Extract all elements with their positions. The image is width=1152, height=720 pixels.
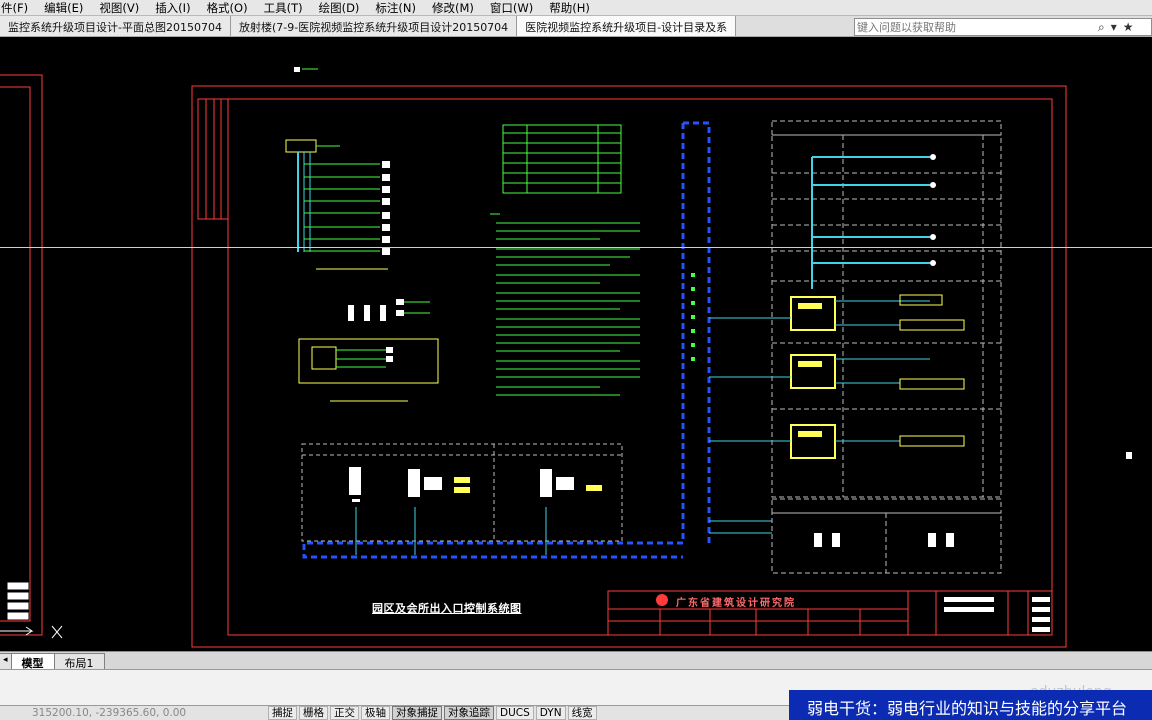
marker-top	[294, 67, 300, 72]
dropdown-icon[interactable]: ▾	[1108, 20, 1120, 34]
toggle-snap[interactable]: 捕捉	[268, 706, 297, 720]
toggle-grid[interactable]: 栅格	[299, 706, 328, 720]
access-controller-box	[298, 338, 439, 402]
right-edge-marker	[1126, 452, 1132, 459]
doc-tab-catalog[interactable]: 医院视频监控系统升级项目-设计目录及系	[517, 16, 737, 36]
institute-logo-icon	[656, 594, 668, 606]
layout-tab-bar: ◂ 模型 布局1	[0, 651, 1152, 670]
controller-group-1	[790, 294, 965, 331]
toggle-lineweight[interactable]: 线宽	[567, 706, 597, 720]
drawing-title: 园区及会所出入口控制系统图	[372, 602, 522, 615]
toggle-otrack[interactable]: 对象追踪	[444, 706, 494, 720]
promo-banner: 弱电干货：弱电行业的知识与技能的分享平台	[789, 690, 1152, 720]
doc-tab-radiology[interactable]: 放射楼(7-9-医院视频监控系统升级项目设计20150704	[230, 16, 518, 36]
right-dashed-grid	[771, 120, 1002, 574]
help-search-box: ⌕ ▾ ★	[854, 18, 1152, 36]
toggle-ducs[interactable]: DUCS	[496, 706, 534, 720]
tab-layout1[interactable]: 布局1	[53, 653, 105, 670]
menu-draw[interactable]: 绘图(D)	[312, 0, 369, 16]
sheet-frame	[191, 85, 1067, 648]
menu-view[interactable]: 视图(V)	[92, 0, 148, 16]
institute-name: 广东省建筑设计研究院	[676, 598, 796, 609]
star-icon[interactable]: ★	[1120, 20, 1137, 34]
gate-devices	[814, 533, 954, 547]
controller-group-2	[790, 354, 965, 390]
adjacent-sheet	[0, 74, 43, 636]
menu-file[interactable]: 件(F)	[0, 0, 37, 16]
toggle-dyn[interactable]: DYN	[535, 706, 566, 720]
toggle-polar[interactable]: 极轴	[361, 706, 390, 720]
cursor-crosshair	[0, 247, 1152, 248]
ucs-icon	[0, 625, 63, 639]
feeder-lines	[709, 317, 791, 534]
workstation-labels	[454, 477, 602, 493]
coordinate-readout: 315200.10, -239365.60, 0.00	[32, 707, 187, 719]
legend-table	[502, 124, 622, 194]
right-cable-trunk	[811, 156, 930, 289]
drawing-canvas[interactable]: 园区及会所出入口控制系统图 广东省建筑设计研究院	[0, 37, 1152, 651]
bus-labels	[691, 273, 695, 361]
design-notes	[490, 213, 640, 396]
toggle-ortho[interactable]: 正交	[330, 706, 359, 720]
menu-dimension[interactable]: 标注(N)	[368, 0, 425, 16]
title-block-fills	[944, 597, 1050, 632]
help-search-input[interactable]	[857, 20, 1095, 34]
menu-edit[interactable]: 编辑(E)	[37, 0, 92, 16]
doc-tab-site-plan[interactable]: 监控系统升级项目设计-平面总图20150704	[0, 16, 231, 36]
menu-insert[interactable]: 插入(I)	[148, 0, 199, 16]
tab-model[interactable]: 模型	[10, 653, 55, 670]
adjacent-sheet-titleblock	[7, 582, 29, 620]
toggle-osnap[interactable]: 对象捕捉	[392, 706, 442, 720]
entrance-controller-diagram	[285, 139, 390, 270]
search-icon[interactable]: ⌕	[1095, 20, 1108, 35]
menu-bar: 件(F) 编辑(E) 视图(V) 插入(I) 格式(O) 工具(T) 绘图(D)…	[0, 0, 1152, 16]
turnstile-diagram	[348, 299, 430, 321]
workstation-icons	[349, 467, 574, 502]
menu-modify[interactable]: 修改(M)	[425, 0, 483, 16]
right-endpoints	[930, 154, 936, 266]
network-bus	[302, 121, 711, 559]
menu-window[interactable]: 窗口(W)	[483, 0, 542, 16]
menu-format[interactable]: 格式(O)	[200, 0, 257, 16]
controller-group-3	[790, 424, 965, 459]
menu-tools[interactable]: 工具(T)	[257, 0, 312, 16]
menu-help[interactable]: 帮助(H)	[542, 0, 599, 16]
cad-drawing	[0, 67, 1132, 648]
